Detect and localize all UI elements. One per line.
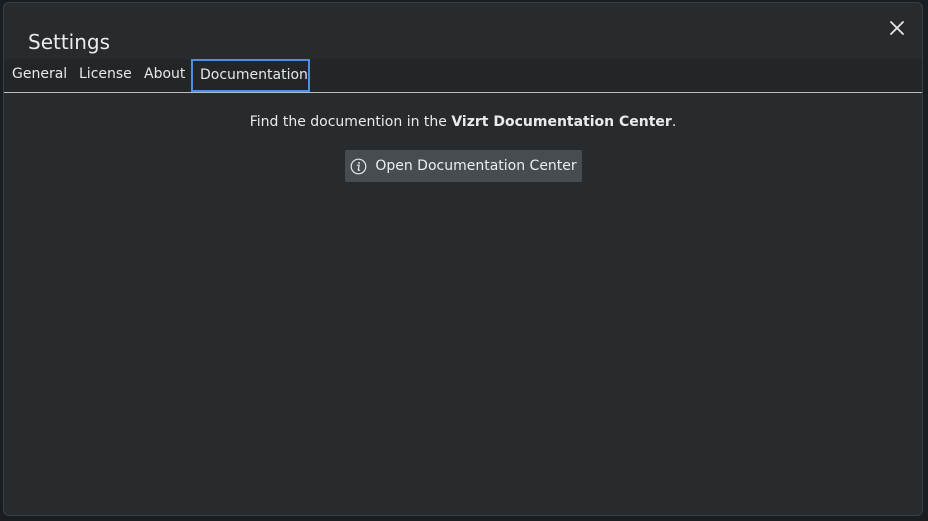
close-button[interactable] [886, 17, 908, 39]
tab-documentation[interactable]: Documentation [191, 59, 310, 92]
documentation-description: Find the documention in the Vizrt Docume… [4, 112, 922, 132]
info-icon [350, 158, 367, 174]
settings-tabs: General License About Documentation [4, 59, 922, 93]
dialog-title: Settings [28, 30, 111, 54]
tab-about[interactable]: About [144, 59, 185, 92]
documentation-center-name: Vizrt Documentation Center [451, 114, 672, 130]
tab-license[interactable]: License [79, 59, 132, 92]
tab-general[interactable]: General [12, 59, 67, 92]
open-documentation-center-button[interactable]: Open Documentation Center [345, 150, 582, 182]
open-documentation-center-label: Open Documentation Center [375, 158, 577, 174]
close-icon [890, 21, 904, 35]
documentation-text-suffix: . [671, 114, 677, 130]
documentation-text-prefix: Find the documention in the [249, 114, 452, 130]
settings-dialog: Settings General License About Documenta… [3, 2, 923, 516]
